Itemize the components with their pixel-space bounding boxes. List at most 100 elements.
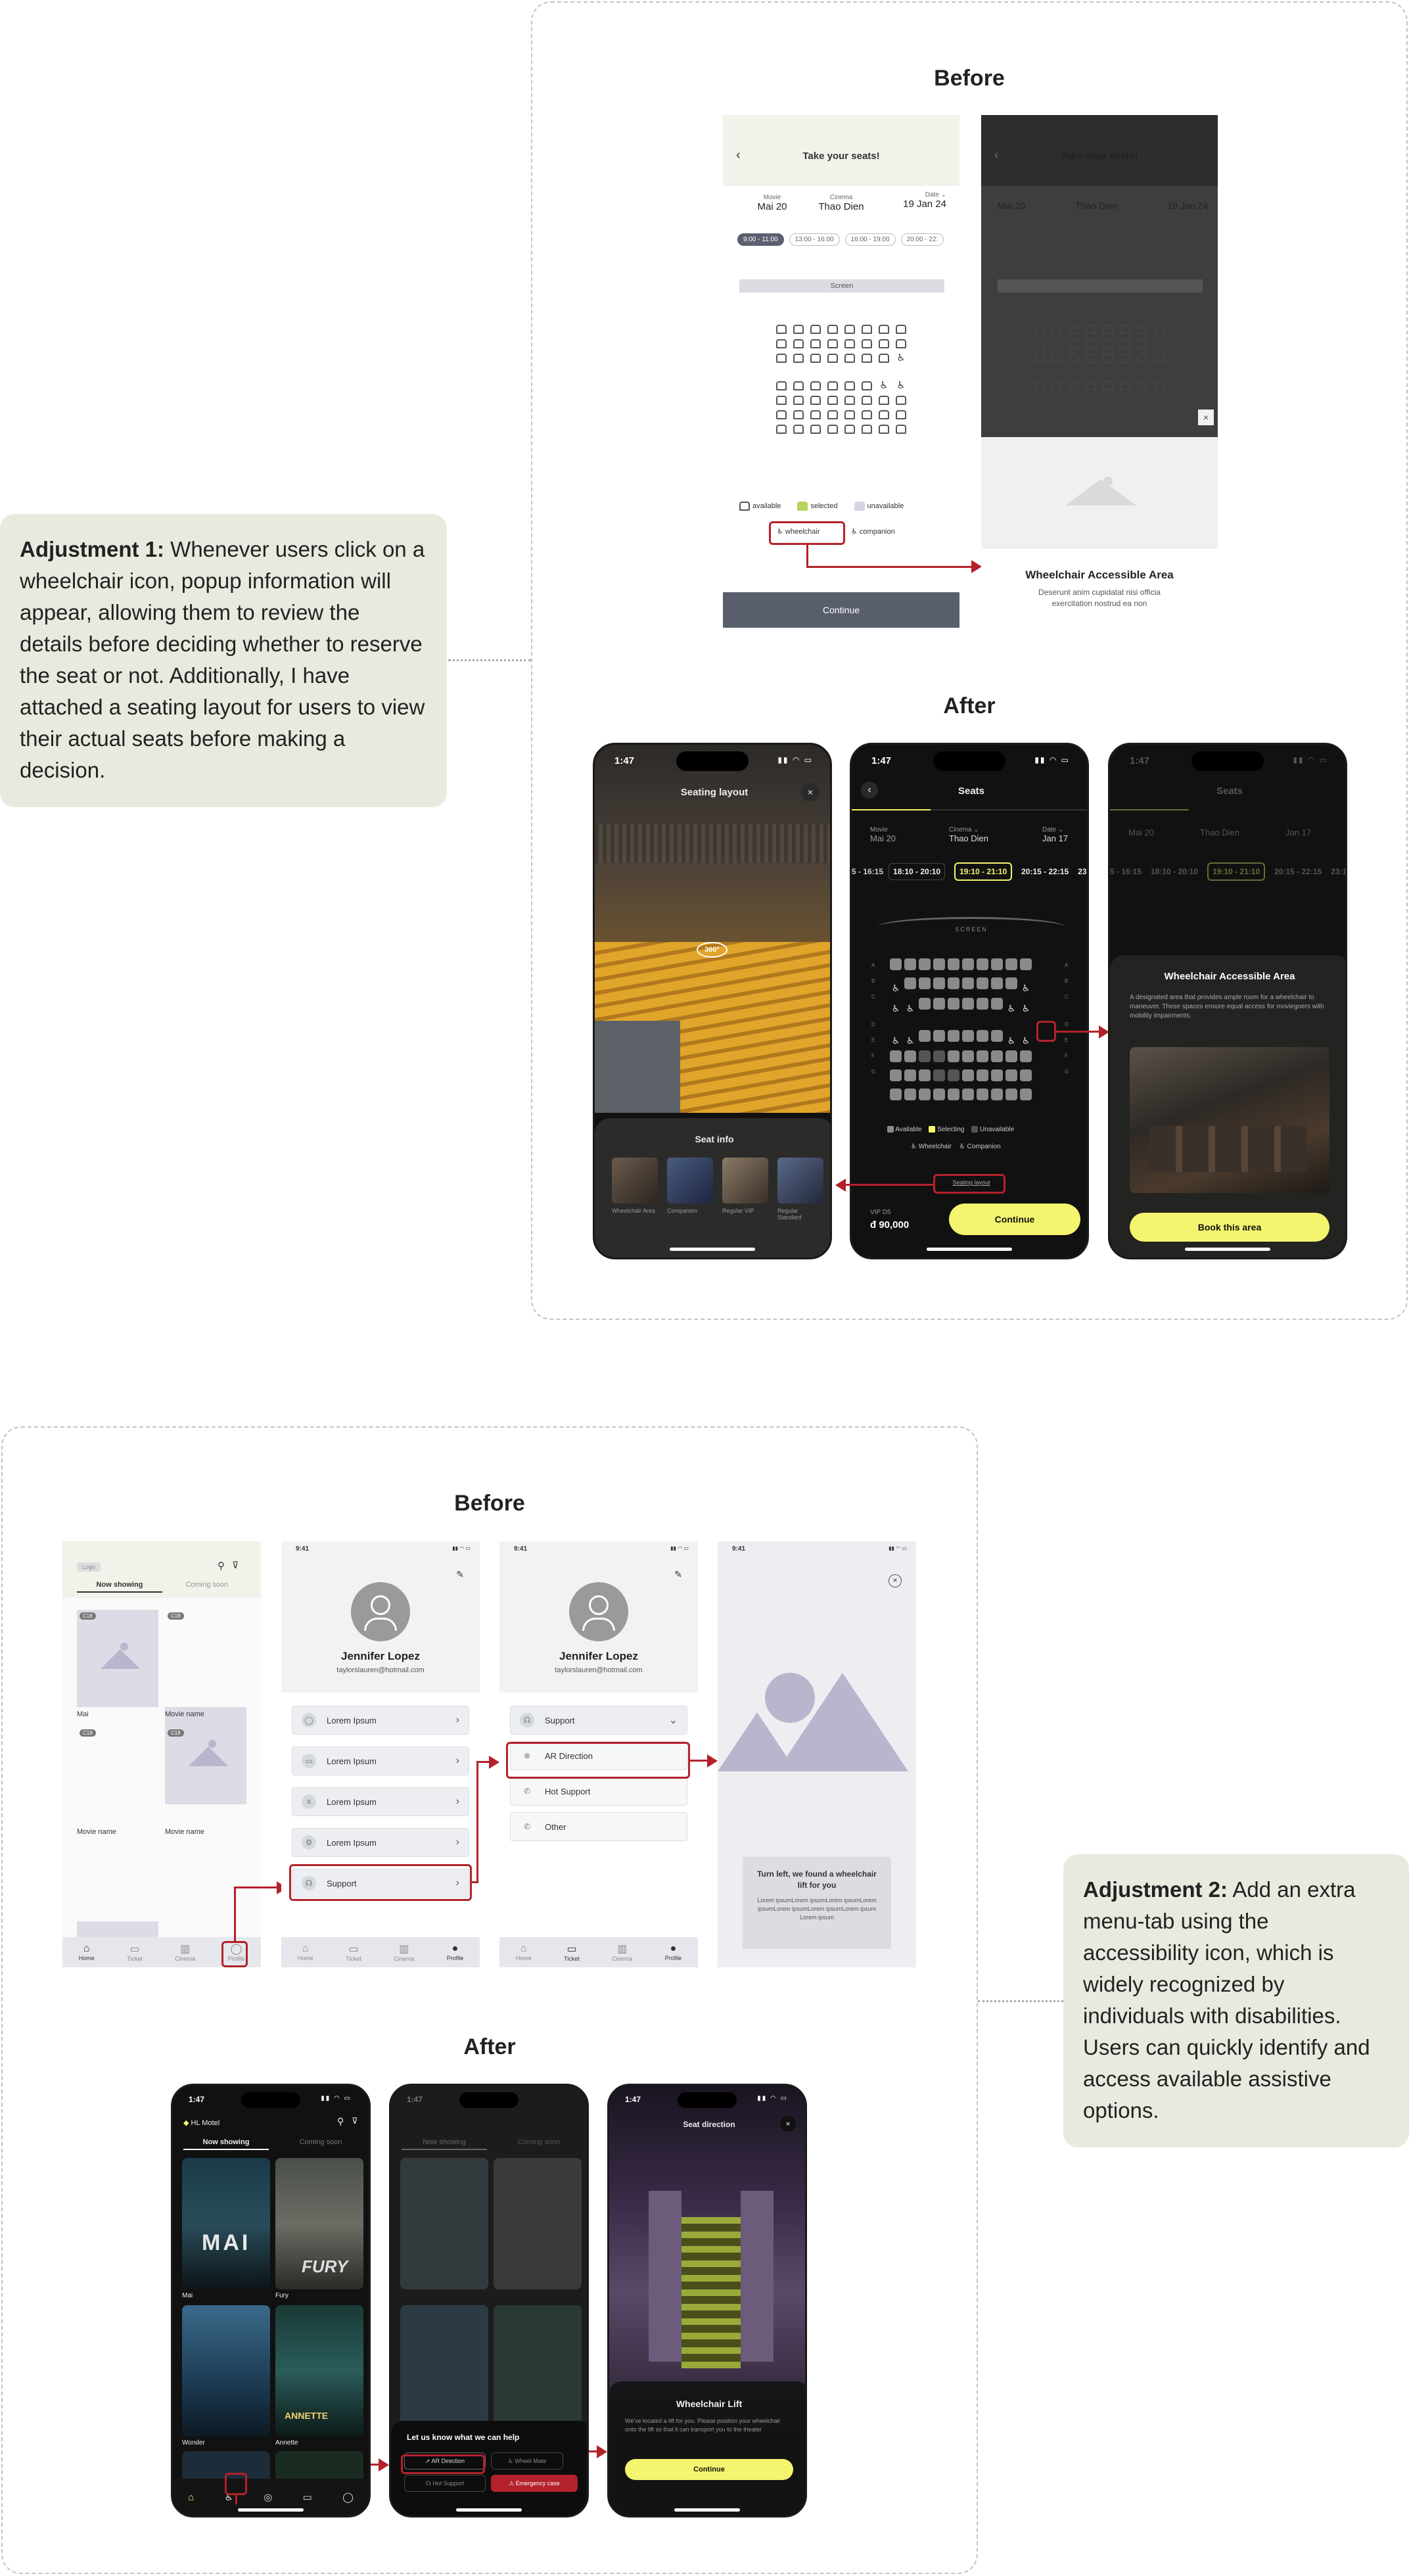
popup-title: Wheelchair Accessible Area <box>1164 971 1295 982</box>
close-icon[interactable]: × <box>780 2116 796 2132</box>
seat-icon <box>739 502 750 511</box>
seat-card[interactable] <box>612 1158 658 1204</box>
nav-home[interactable]: ⌂ Home <box>79 1943 95 1961</box>
nav-home[interactable]: ⌂ Home <box>516 1943 532 1961</box>
movie-poster[interactable]: ANNETTE <box>275 2305 363 2437</box>
cinema-field[interactable]: Cinema ⌄ Thao Dien <box>949 826 988 843</box>
filter-icon[interactable]: ⊽ <box>352 2116 358 2126</box>
after-heading-2: After <box>463 2034 516 2059</box>
page-title: Take your seats! <box>802 151 880 162</box>
tab-now-showing[interactable]: Now showing <box>183 2138 269 2150</box>
menu-item[interactable]: ◯ Lorem Ipsum › <box>292 1706 469 1735</box>
after-seating-layout-phone: 1:47 ▮▮ ◠ ▭ Seating layout × 360° Seat i… <box>593 743 832 1259</box>
movie-poster[interactable] <box>77 1610 158 1707</box>
movie-field[interactable]: Movie Mai 20 <box>746 194 798 212</box>
phone-icon: ✆ <box>523 1787 531 1796</box>
seat-info-sheet: Seat info Wheelchair Area Companion Regu… <box>595 1118 830 1257</box>
book-area-button[interactable]: Book this area <box>1130 1213 1329 1242</box>
seat-card[interactable] <box>722 1158 768 1204</box>
support-header[interactable]: ☊ Support ⌄ <box>510 1706 687 1735</box>
nav-cinema[interactable]: ▥ Cinema <box>612 1942 632 1962</box>
hot-support-button[interactable]: ☊ Hot Support <box>404 2475 486 2492</box>
cinema-icon: ▥ <box>180 1944 191 1955</box>
location[interactable]: ◆ HL Motel <box>183 2119 219 2127</box>
menu-item-other[interactable]: ✆ Other <box>510 1812 687 1841</box>
profile-icon[interactable]: ◯ <box>342 2491 354 2503</box>
close-icon[interactable]: × <box>1198 410 1214 425</box>
seat-available-icon <box>887 1126 894 1133</box>
wheelchair-icon[interactable]: ♿ <box>890 982 902 994</box>
emergency-button[interactable]: ⚠ Emergency case <box>491 2475 578 2492</box>
movie-poster[interactable] <box>165 1707 246 1804</box>
time-pill[interactable]: 20:00 - 22: <box>900 233 944 246</box>
status-icons: ▮▮ ◠ ▭ <box>757 2095 788 2102</box>
menu-item[interactable]: ≡ Lorem Ipsum › <box>292 1787 469 1816</box>
nav-home[interactable]: ⌂ Home <box>298 1943 313 1961</box>
edit-icon[interactable]: ✎ <box>456 1569 464 1580</box>
time-pill[interactable]: 9:00 - 11:00 <box>737 233 784 246</box>
seat-card[interactable] <box>777 1158 823 1204</box>
time-pill[interactable]: 16:00 - 19:00 <box>844 233 896 246</box>
search-icon[interactable]: ⚲ <box>337 2116 344 2127</box>
nav-cinema[interactable]: ▥ Cinema <box>394 1942 414 1962</box>
nav-ticket[interactable]: ▭ Ticket <box>127 1942 143 1962</box>
cinema-field[interactable]: Cinema Thao Dien <box>815 194 867 212</box>
continue-button[interactable]: Continue <box>625 2459 793 2480</box>
continue-button[interactable]: Continue <box>723 592 959 628</box>
after-heading-1: After <box>943 693 996 718</box>
seat-info-title: Seat info <box>695 1134 734 1144</box>
nav-profile[interactable]: ● Profile <box>665 1943 682 1961</box>
continue-button[interactable]: Continue <box>949 1204 1080 1235</box>
wheel-mate-button[interactable]: ♿ Wheel Mate <box>491 2452 563 2470</box>
close-icon[interactable]: × <box>889 1574 902 1587</box>
date-field[interactable]: Date ⌄ 19 Jan 24 <box>890 191 946 210</box>
filter-icon[interactable]: ⊽ <box>232 1560 239 1571</box>
support-menu: ☊ Support ⌄ ⊗ AR Direction ✆ Hot Support ✆ Ot… <box>510 1706 687 1853</box>
nav-cinema[interactable]: ▥ Cinema <box>175 1942 195 1962</box>
search-icon[interactable]: ⚲ <box>218 1560 225 1572</box>
age-badge: C18 <box>168 1729 184 1737</box>
menu-item[interactable]: ⚙ Lorem Ipsum › <box>292 1828 469 1857</box>
list-icon: ≡ <box>302 1794 316 1809</box>
movie-poster[interactable]: MAI <box>182 2158 270 2289</box>
nav-ticket[interactable]: ▭ Ticket <box>564 1942 580 1962</box>
seat-card[interactable] <box>667 1158 713 1204</box>
status-icons: ▮▮ ◠ ▭ <box>889 1545 907 1551</box>
cinema-icon[interactable]: ◎ <box>264 2491 272 2503</box>
wheelchair-highlight <box>1036 1021 1056 1042</box>
date-field[interactable]: Date ⌄ Jan 17 <box>1042 826 1068 843</box>
wheelchair-icon[interactable]: ♿ <box>879 381 889 390</box>
menu-item-hot-support[interactable]: ✆ Hot Support <box>510 1777 687 1806</box>
profile-name: Jennifer Lopez <box>559 1650 638 1662</box>
wheelchair-icon[interactable]: ♿ <box>1020 982 1032 994</box>
ticket-icon: ▭ <box>566 1944 577 1955</box>
wheelchair-icon[interactable]: ♿ <box>896 353 906 363</box>
close-icon[interactable]: × <box>801 783 820 801</box>
badge-360[interactable]: 360° <box>697 942 728 958</box>
time-pills: 5 - 16:15 18:10 - 20:10 19:10 - 21:10 20:15… <box>852 862 1087 881</box>
nav-profile[interactable]: ● Profile <box>447 1943 464 1961</box>
ticket-icon[interactable]: ▭ <box>303 2491 312 2503</box>
profile-icon: ● <box>451 1943 459 1954</box>
menu-item[interactable]: ▭ Lorem Ipsum › <box>292 1746 469 1775</box>
movie-poster[interactable] <box>182 2305 270 2437</box>
note-title: Adjustment 1: <box>20 537 165 561</box>
edit-icon[interactable]: ✎ <box>674 1569 682 1580</box>
nav-ticket[interactable]: ▭ Ticket <box>346 1942 361 1962</box>
movie-field[interactable]: Movie Mai 20 <box>870 826 896 843</box>
wheelchair-icon[interactable]: ♿ <box>1020 1035 1032 1046</box>
wheelchair-icon: ♿ <box>911 1143 919 1150</box>
home-icon[interactable]: ⌂ <box>188 2492 194 2503</box>
tab-coming-soon[interactable]: Coming soon <box>168 1581 246 1589</box>
ticket-icon: ▭ <box>129 1944 140 1955</box>
popup-desc: A designated area that provides ample ro… <box>1130 994 1324 1019</box>
lift-photo <box>609 2086 805 2427</box>
movie-poster[interactable]: FURY <box>275 2158 363 2289</box>
screen-bar: Screen <box>739 279 944 293</box>
home-icon: ⌂ <box>520 1943 527 1954</box>
tab-now-showing[interactable]: Now showing <box>77 1581 162 1593</box>
ar-lorem: Lorem ipsumLorem ipsumLorem ipsumLorem i… <box>757 1897 877 1921</box>
time-pill[interactable]: 13:00 - 16:00 <box>789 233 840 246</box>
wheelchair-icon[interactable]: ♿ <box>896 381 906 390</box>
tab-coming-soon[interactable]: Coming soon <box>278 2138 363 2146</box>
